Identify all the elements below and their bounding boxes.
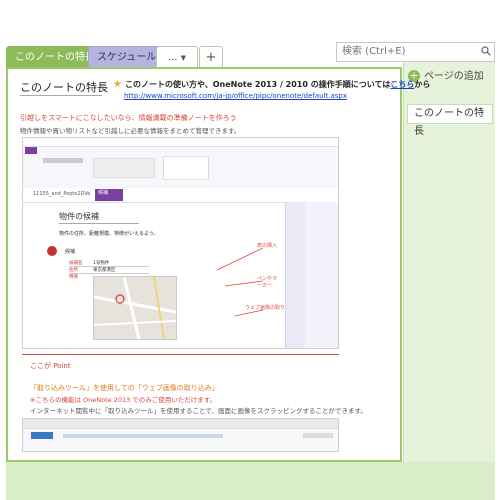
table-row: 住所 東京都港区 — [69, 267, 149, 274]
usage-note-suffix: から — [414, 80, 431, 89]
screenshot-ribbon-group-2 — [163, 156, 209, 180]
page-title[interactable]: このノートの特長 — [20, 79, 108, 95]
title-underline — [20, 95, 102, 96]
browser-nav — [63, 434, 223, 438]
point-line-1: 「取り込みツール」を使用しての「ウェブ画像の取り込み」 — [30, 384, 219, 392]
screenshot-section-label: 候補 — [65, 249, 76, 255]
map-image — [93, 276, 177, 340]
usage-note-text: このノートの使い方や、OneNote 2013 / 2010 の操作手順について… — [125, 80, 391, 89]
browser-tools — [303, 433, 333, 438]
section-body: 物件情報や買い物リストなど引越しに必要な情報をまとめて管理できます。 — [20, 127, 241, 135]
bottom-strip — [6, 462, 495, 500]
add-section-button[interactable]: + — [199, 46, 223, 69]
browser-toolbar — [23, 419, 338, 429]
point-line-2: ※こちらの機能は OneNote 2013 でのみご使用いただけます。 — [30, 396, 217, 404]
embedded-screenshot: 11155_and_Pooto2DVe 候補 物件の候補 物件の住所、距離規模、… — [22, 137, 339, 349]
usage-note: このノートの使い方や、OneNote 2013 / 2010 の操作手順について… — [125, 79, 430, 90]
screenshot-ribbon-controls — [43, 158, 83, 163]
embedded-screenshot-2 — [22, 418, 339, 452]
screenshot-doc-title: 物件の候補 — [59, 212, 99, 221]
map-graphic — [93, 276, 177, 340]
screenshot-file-button — [25, 147, 37, 154]
annotation-pen: ペンやマーカー — [257, 276, 278, 289]
pin-icon — [47, 246, 57, 256]
tab-more-button[interactable]: ... ▼ — [156, 46, 198, 69]
table-key: 特徴 — [69, 275, 78, 280]
search-icon — [481, 46, 491, 56]
search-placeholder: 検索 (Ctrl+E) — [342, 46, 406, 57]
screenshot-ribbon — [23, 138, 338, 189]
browser-logo — [31, 432, 53, 439]
tab-more-label: ... — [167, 52, 178, 63]
section-heading: 引越しをスマートにこなしたいなら、情報満載の準備ノートを作ろう — [20, 114, 237, 122]
screenshot-side-tabs — [285, 202, 306, 348]
screenshot-page-panel — [305, 202, 338, 348]
section-divider — [22, 354, 339, 355]
usage-url-link[interactable]: http://www.microsoft.com/ja-jp/office/pi… — [124, 92, 347, 100]
chevron-down-icon: ▼ — [180, 54, 187, 62]
add-page-label: ページの追加 — [424, 71, 484, 82]
screenshot-ribbon-group — [93, 158, 155, 178]
table-key: 候補名 — [69, 261, 83, 266]
screenshot-content: 物件の候補 物件の住所、距離規模、特徴がいえるよう。 候補 候補名 1号物件 住所… — [47, 204, 295, 348]
point-heading: ここが Point — [30, 362, 71, 370]
screenshot-titlebar — [23, 138, 338, 147]
screenshot-active-tab: 候補 — [95, 189, 123, 201]
page-list-item[interactable]: このノートの特長 — [407, 104, 493, 137]
point-body: インターネット閲覧中に「取り込みツール」を使用することで、画面に画像をスクラッピ… — [30, 407, 367, 415]
table-row: 候補名 1号物件 — [69, 260, 149, 267]
annotation-table: 表の挿入 — [257, 243, 278, 249]
screenshot-doc-sub: 物件の住所、距離規模、特徴がいえるよう。 — [59, 231, 159, 237]
table-key: 住所 — [69, 268, 78, 273]
annotation-arrows — [216, 247, 264, 317]
screenshot-tabs: 11155_and_Pooto2DVe 候補 — [23, 188, 338, 203]
table-value: 東京都港区 — [93, 268, 116, 273]
star-icon: ★ — [113, 79, 122, 90]
search-input[interactable]: 検索 (Ctrl+E) — [336, 42, 495, 62]
expand-icon[interactable]: ⤢ — [386, 80, 394, 91]
screenshot-tab-label: 11155_and_Pooto2DVe — [33, 191, 91, 197]
screenshot-doc-rule — [59, 223, 139, 224]
table-value: 1号物件 — [93, 261, 110, 266]
